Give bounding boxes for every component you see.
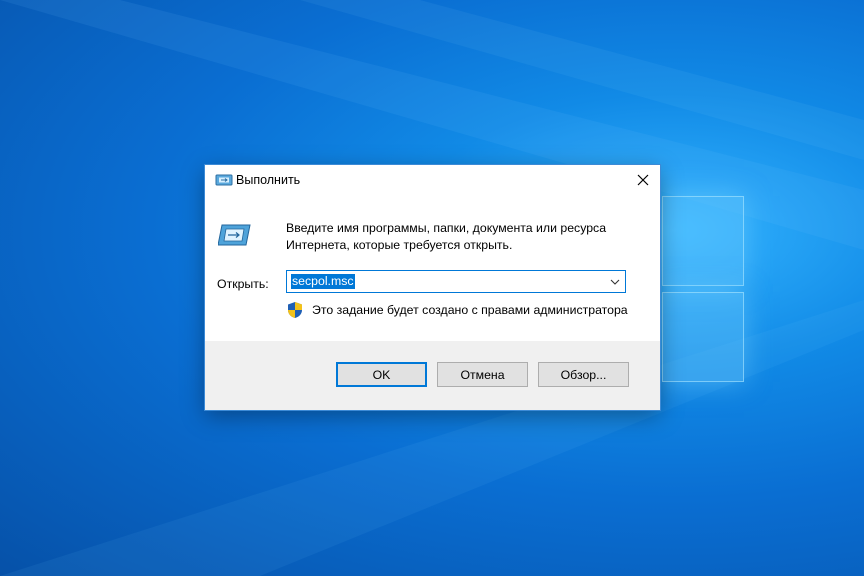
ok-button[interactable]: OK <box>336 362 427 387</box>
browse-button[interactable]: Обзор... <box>538 362 629 387</box>
dialog-description: Введите имя программы, папки, документа … <box>286 220 636 254</box>
windows-logo-pane <box>662 196 744 286</box>
open-input-value[interactable]: secpol.msc <box>291 274 355 289</box>
run-dialog: Выполнить Введите имя программы, папки, … <box>205 165 660 410</box>
open-combobox[interactable]: secpol.msc <box>286 270 626 293</box>
description-line: Интернета, которые требуется открыть. <box>286 238 513 252</box>
windows-logo-pane <box>662 292 744 382</box>
cancel-button[interactable]: Отмена <box>437 362 528 387</box>
window-title: Выполнить <box>236 173 301 187</box>
open-label: Открыть: <box>217 277 269 291</box>
description-line: Введите имя программы, папки, документа … <box>286 221 607 235</box>
run-icon <box>218 224 251 246</box>
chevron-down-icon <box>610 279 620 285</box>
admin-note: Это задание будет создано с правами адми… <box>312 303 628 317</box>
title-bar[interactable]: Выполнить <box>205 165 660 195</box>
combo-dropdown-button[interactable] <box>605 271 625 292</box>
uac-shield-icon <box>288 302 302 318</box>
close-icon <box>637 174 649 186</box>
close-button[interactable] <box>626 165 660 195</box>
run-icon <box>215 174 233 186</box>
